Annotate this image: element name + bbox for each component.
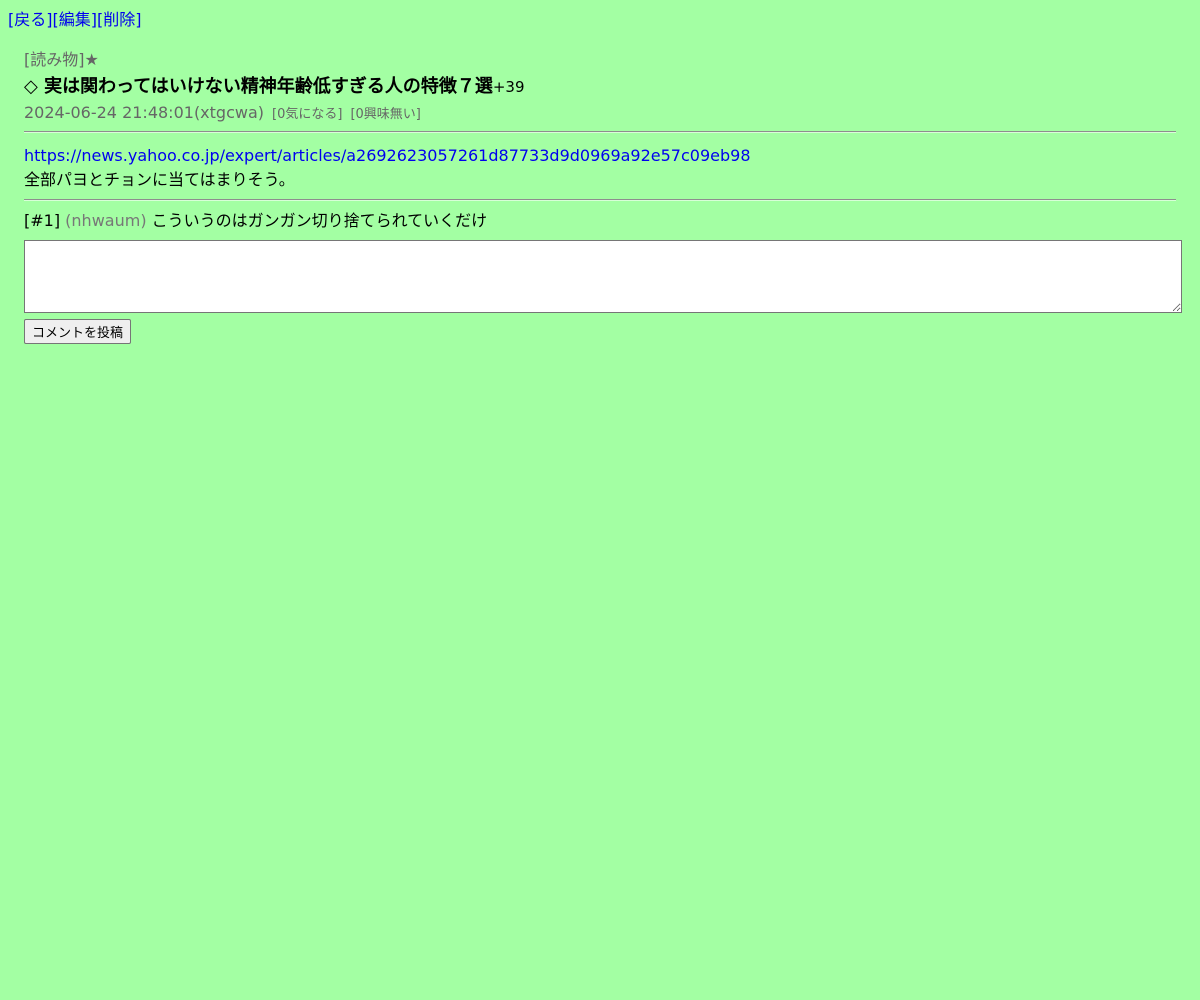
comment-user: (nhwaum) bbox=[65, 211, 147, 230]
interested-count[interactable]: [0気になる] bbox=[272, 107, 342, 122]
article-body: 全部パヨとチョンに当てはまりそう。 bbox=[24, 170, 295, 189]
post-comment-button[interactable]: コメントを投稿 bbox=[24, 319, 132, 344]
article-url-link[interactable]: https://news.yahoo.co.jp/expert/articles… bbox=[24, 146, 751, 165]
divider bbox=[24, 131, 1176, 133]
post-author: (xtgcwa) bbox=[193, 103, 265, 122]
top-nav: [戻る][編集][削除] bbox=[8, 9, 142, 31]
comment-number: [#1] bbox=[24, 211, 61, 230]
edit-link[interactable]: [編集] bbox=[53, 10, 98, 29]
diamond-icon: ◇ bbox=[24, 76, 45, 97]
divider bbox=[24, 199, 1176, 201]
not-interested-count[interactable]: [0興味無い] bbox=[350, 107, 420, 122]
comment-text: こういうのはガンガン切り捨てられていくだけ bbox=[151, 211, 488, 230]
post-datetime: 2024-06-24 21:48:01 bbox=[24, 103, 194, 122]
score-badge: +39 bbox=[492, 78, 525, 96]
article-meta: 2024-06-24 21:48:01(xtgcwa) [0気になる] [0興味無い… bbox=[24, 102, 1176, 124]
delete-link[interactable]: [削除] bbox=[97, 10, 142, 29]
back-link[interactable]: [戻る] bbox=[8, 10, 53, 29]
comment-item: [#1] (nhwaum) こういうのはガンガン切り捨てられていくだけ bbox=[24, 210, 1176, 232]
title-text: 実は関わってはいけない精神年齢低すぎる人の特徴７選 bbox=[44, 76, 493, 97]
article: [読み物]★ ◇ 実は関わってはいけない精神年齢低すぎる人の特徴７選+39 20… bbox=[24, 49, 1182, 344]
article-link-row: https://news.yahoo.co.jp/expert/articles… bbox=[24, 145, 1176, 167]
comment-input[interactable] bbox=[24, 240, 1182, 313]
article-title: ◇ 実は関わってはいけない精神年齢低すぎる人の特徴７選+39 bbox=[24, 75, 1176, 99]
category-label: [読み物]★ bbox=[24, 50, 99, 69]
